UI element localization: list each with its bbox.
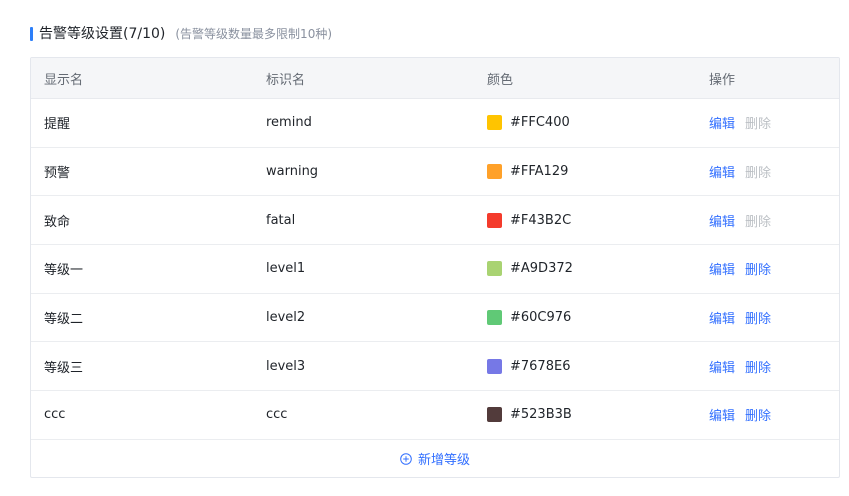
display-name-cell: 等级一 [44, 263, 84, 279]
color-swatch [487, 212, 502, 228]
edit-link[interactable]: 编辑 [709, 162, 735, 181]
color-value: #523B3B [510, 407, 572, 423]
color-cell: #523B3B [487, 407, 572, 423]
color-swatch [487, 310, 502, 326]
display-name-cell: 提醒 [44, 117, 71, 133]
display-name-cell: 等级二 [44, 312, 84, 328]
display-name-cell: 预警 [44, 166, 71, 182]
delete-link[interactable]: 删除 [745, 162, 771, 181]
color-value: #A9D372 [510, 261, 573, 277]
actions-cell: 编辑 删除 [709, 259, 771, 278]
actions-cell: 编辑 删除 [709, 211, 771, 230]
edit-link[interactable]: 编辑 [709, 308, 735, 327]
color-value: #7678E6 [510, 358, 571, 374]
key-name-cell: level1 [266, 261, 306, 277]
key-name-cell: fatal [266, 212, 296, 228]
table-row: 预警 warning #FFA129 编辑 删除 [31, 148, 839, 197]
column-header-key-name: 标识名 [266, 72, 306, 88]
color-cell: #A9D372 [487, 261, 573, 277]
edit-link[interactable]: 编辑 [709, 357, 735, 376]
key-name-cell: ccc [266, 407, 288, 423]
color-swatch [487, 407, 502, 423]
add-level-button[interactable]: 新增等级 [31, 440, 839, 477]
alert-level-table: 显示名 标识名 颜色 操作 提醒 remind #FFC400 编辑 删除 预警 warni… [30, 57, 840, 478]
color-swatch [487, 358, 502, 374]
edit-link[interactable]: 编辑 [709, 211, 735, 230]
table-row: 等级一 level1 #A9D372 编辑 删除 [31, 245, 839, 294]
color-cell: #7678E6 [487, 358, 571, 374]
color-cell: #FFC400 [487, 115, 570, 131]
delete-link[interactable]: 删除 [745, 357, 771, 376]
edit-link[interactable]: 编辑 [709, 405, 735, 424]
table-row: 提醒 remind #FFC400 编辑 删除 [31, 99, 839, 148]
color-swatch [487, 261, 502, 277]
column-header-color: 颜色 [487, 72, 514, 88]
column-header-actions: 操作 [709, 72, 736, 88]
delete-link[interactable]: 删除 [745, 308, 771, 327]
table-row: 致命 fatal #F43B2C 编辑 删除 [31, 196, 839, 246]
color-value: #F43B2C [510, 212, 572, 228]
key-name-cell: level3 [266, 358, 306, 374]
delete-link[interactable]: 删除 [745, 113, 771, 132]
color-value: #FFA129 [510, 164, 569, 180]
actions-cell: 编辑 删除 [709, 162, 771, 181]
color-cell: #FFA129 [487, 164, 569, 180]
color-cell: #60C976 [487, 310, 572, 326]
display-name-cell: ccc [44, 407, 66, 423]
table-row: ccc ccc #523B3B 编辑 删除 [31, 391, 839, 440]
section-header: 告警等级设置(7/10) (告警等级数量最多限制10种) [30, 24, 332, 44]
edit-link[interactable]: 编辑 [709, 259, 735, 278]
table-body: 提醒 remind #FFC400 编辑 删除 预警 warning #FFA129 编辑 删除致… [31, 99, 839, 440]
key-name-cell: warning [266, 164, 319, 180]
column-header-display-name: 显示名 [44, 72, 84, 88]
section-accent-bar [30, 27, 33, 41]
edit-link[interactable]: 编辑 [709, 113, 735, 132]
color-value: #FFC400 [510, 115, 570, 131]
color-value: #60C976 [510, 310, 572, 326]
add-level-label: 新增等级 [417, 453, 470, 469]
table-row: 等级三 level3 #7678E6 编辑 删除 [31, 342, 839, 392]
display-name-cell: 致命 [44, 214, 71, 230]
actions-cell: 编辑 删除 [709, 113, 771, 132]
section-title: 告警等级设置(7/10) [39, 26, 166, 42]
table-row: 等级二 level2 #60C976 编辑 删除 [31, 294, 839, 343]
delete-link[interactable]: 删除 [745, 405, 771, 424]
table-header: 显示名 标识名 颜色 操作 [31, 58, 839, 99]
actions-cell: 编辑 删除 [709, 405, 771, 424]
actions-cell: 编辑 删除 [709, 357, 771, 376]
color-swatch [487, 164, 502, 180]
display-name-cell: 等级三 [44, 360, 84, 376]
color-cell: #F43B2C [487, 212, 572, 228]
delete-link[interactable]: 删除 [745, 211, 771, 230]
key-name-cell: level2 [266, 310, 306, 326]
plus-circle-icon [400, 453, 412, 465]
color-swatch [487, 115, 502, 131]
key-name-cell: remind [266, 115, 312, 131]
delete-link[interactable]: 删除 [745, 259, 771, 278]
actions-cell: 编辑 删除 [709, 308, 771, 327]
section-hint: (告警等级数量最多限制10种) [175, 27, 333, 41]
